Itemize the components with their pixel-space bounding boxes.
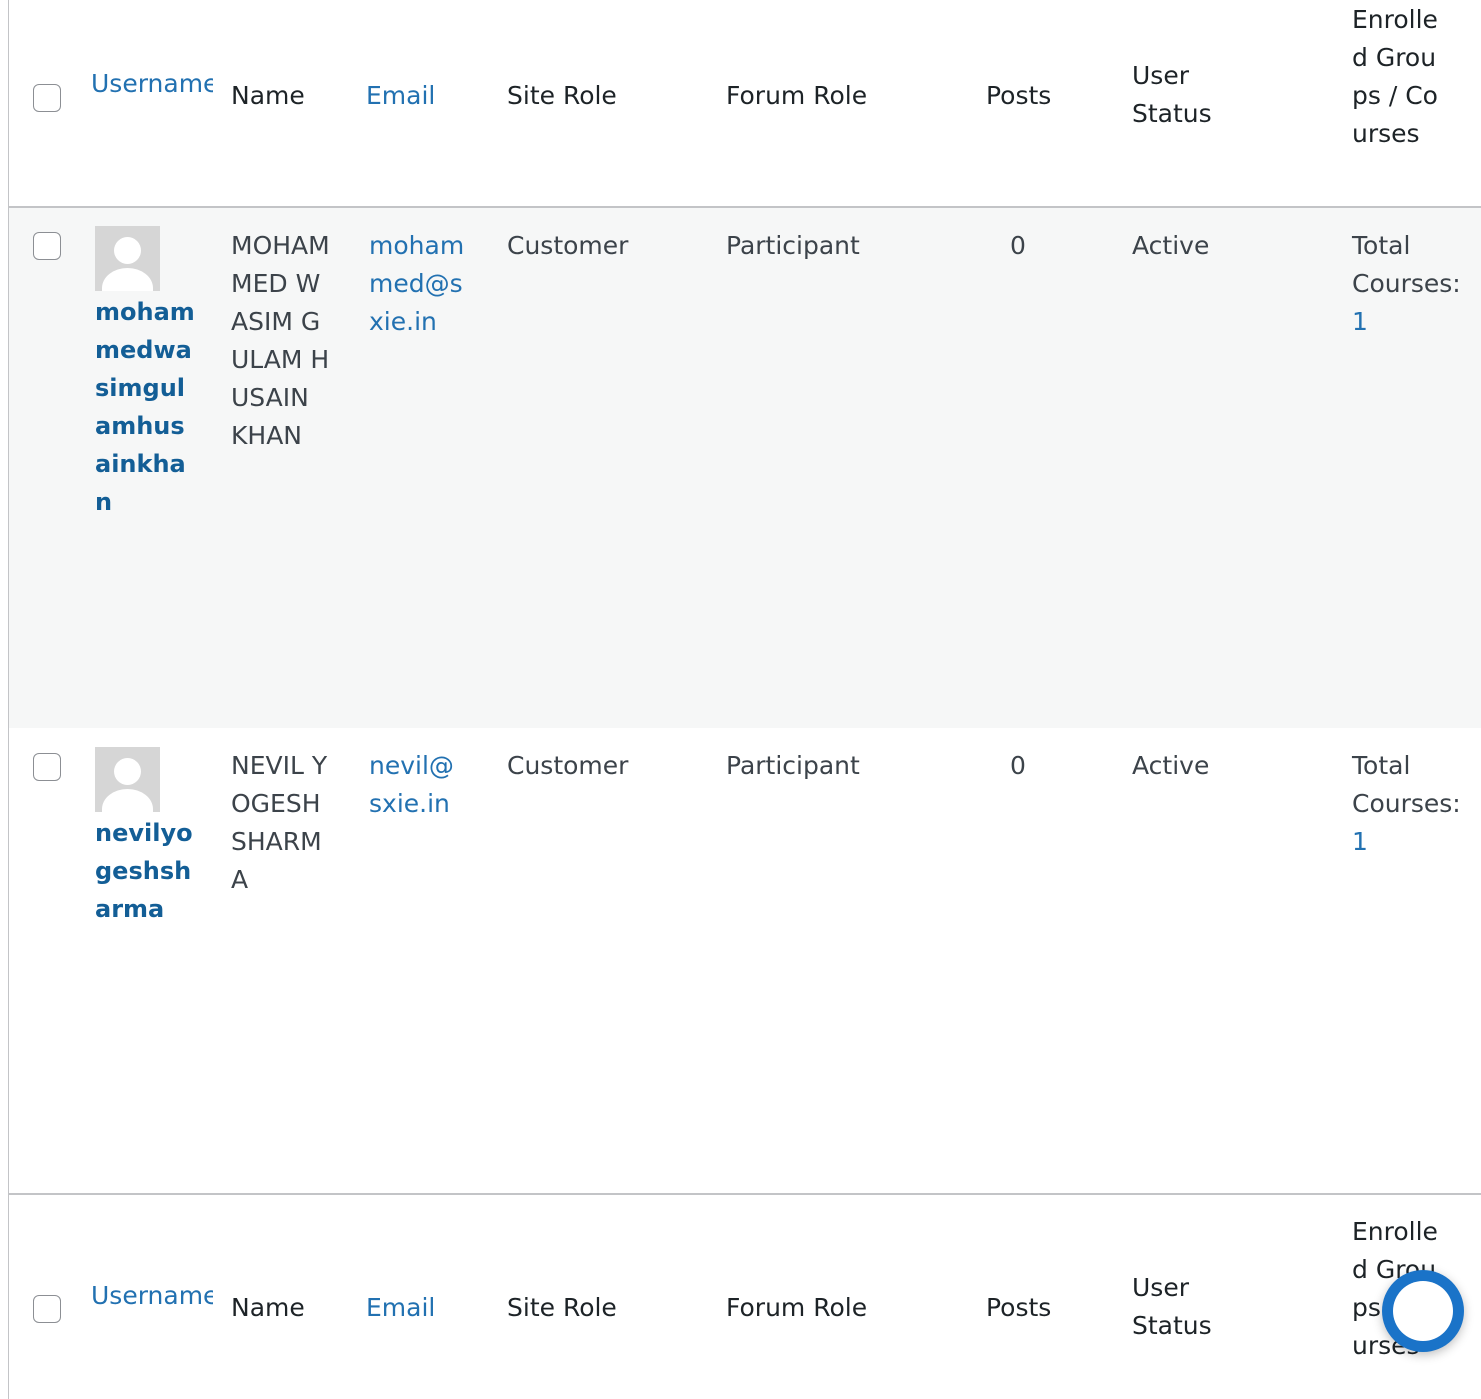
column-header-user-status: User Status: [1132, 61, 1212, 128]
column-header-posts: Posts: [986, 81, 1052, 110]
default-avatar-icon: [95, 747, 160, 812]
user-email-link[interactable]: mohammed@sxie.in: [369, 227, 465, 341]
chat-bubble-inner: [1393, 1281, 1453, 1341]
column-header-site-role: Site Role: [507, 81, 617, 110]
column-header-email[interactable]: Email: [366, 77, 486, 115]
forum-role: Participant: [726, 751, 860, 780]
column-footer-user-status: User Status: [1132, 1273, 1212, 1340]
post-count: 0: [1010, 231, 1026, 260]
column-footer-forum-role: Forum Role: [726, 1293, 868, 1322]
total-courses-count-link[interactable]: 1: [1352, 303, 1382, 341]
total-courses-label: Total Courses:: [1352, 231, 1461, 298]
column-footer-username[interactable]: Username: [91, 1277, 213, 1315]
column-header-enrolled: Enrolled Groups / Courses: [1352, 5, 1438, 148]
column-footer-email[interactable]: Email: [366, 1289, 486, 1327]
total-courses-count-link[interactable]: 1: [1352, 823, 1382, 861]
row-background: [9, 208, 1481, 728]
column-header-forum-role: Forum Role: [726, 81, 868, 110]
row-checkbox[interactable]: [33, 753, 61, 781]
user-status: Active: [1132, 751, 1210, 780]
chat-bubble-icon[interactable]: [1382, 1270, 1464, 1352]
username-link[interactable]: nevilyogeshsharma: [95, 814, 195, 928]
column-header-name: Name: [231, 81, 305, 110]
site-role: Customer: [507, 751, 629, 780]
column-footer-name: Name: [231, 1293, 305, 1322]
column-footer-site-role: Site Role: [507, 1293, 617, 1322]
select-all-checkbox[interactable]: [33, 84, 61, 112]
forum-role: Participant: [726, 231, 860, 260]
user-email-link[interactable]: nevil@sxie.in: [369, 747, 465, 823]
default-avatar-icon: [95, 226, 160, 291]
row-checkbox[interactable]: [33, 232, 61, 260]
post-count: 0: [1010, 751, 1026, 780]
user-full-name: NEVIL YOGESH SHARMA: [231, 751, 328, 894]
username-link[interactable]: mohammedwasimgulamhusainkhan: [95, 293, 195, 521]
header-divider: [9, 206, 1481, 208]
total-courses-label: Total Courses:: [1352, 751, 1461, 818]
site-role: Customer: [507, 231, 629, 260]
column-header-username[interactable]: Username: [91, 65, 213, 103]
select-all-checkbox-footer[interactable]: [33, 1295, 61, 1323]
user-status: Active: [1132, 231, 1210, 260]
column-footer-posts: Posts: [986, 1293, 1052, 1322]
user-full-name: MOHAMMED WASIM GULAM HUSAIN KHAN: [231, 231, 330, 450]
footer-divider: [9, 1193, 1481, 1195]
